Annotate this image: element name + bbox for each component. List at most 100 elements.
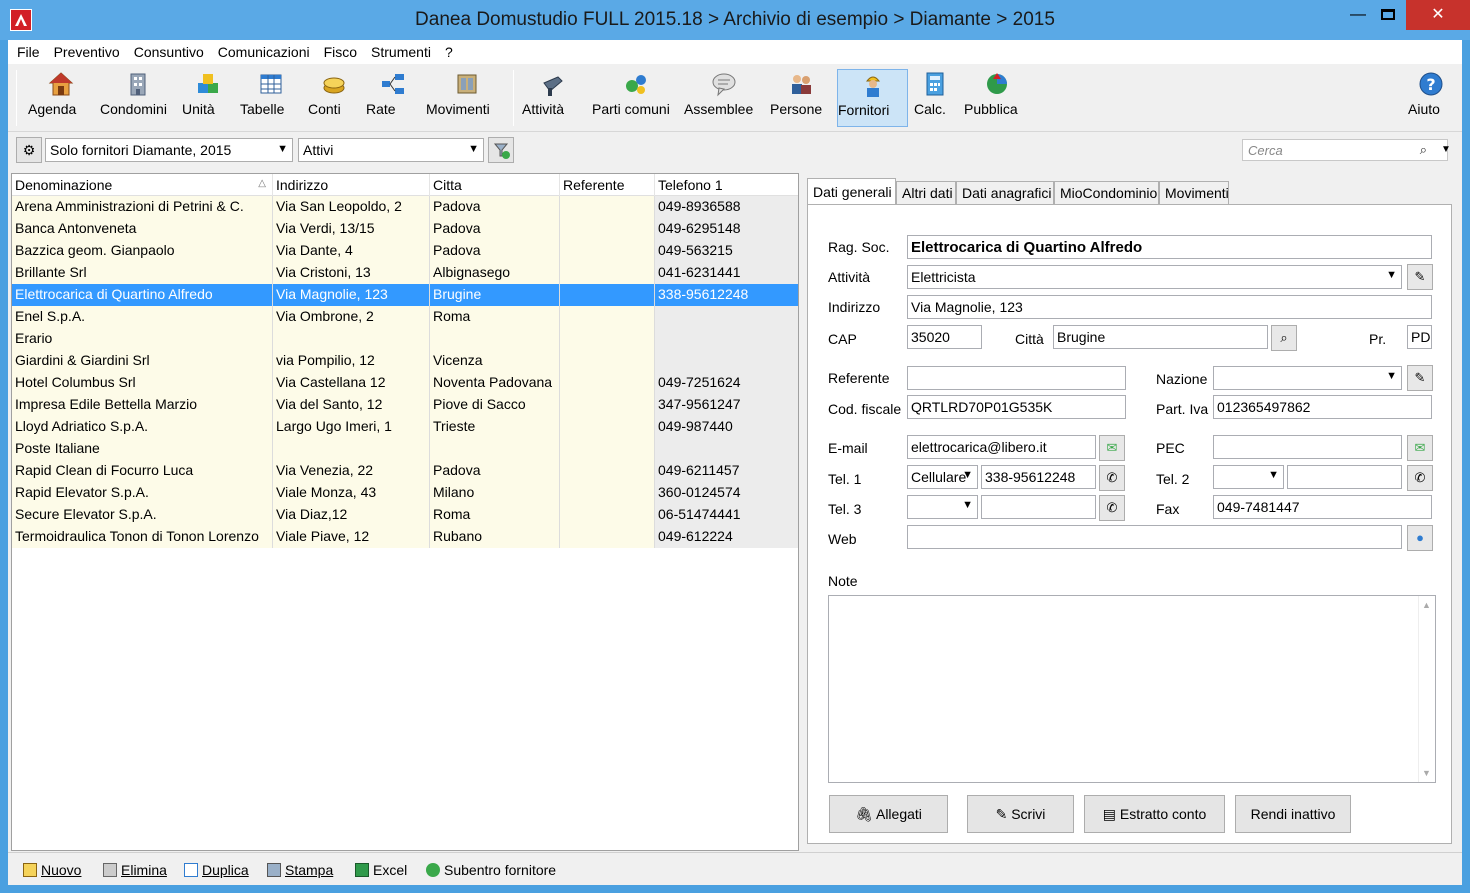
- table-row[interactable]: Giardini & Giardini Srl via Pompilio, 12 V…: [12, 350, 798, 372]
- table-row[interactable]: Secure Elevator S.p.A. Via Diaz,12 Roma 06-…: [12, 504, 798, 526]
- cell-citta[interactable]: Milano: [430, 482, 560, 504]
- toolbar-persone-button[interactable]: Persone: [770, 69, 832, 127]
- cell-telefono[interactable]: 049-563215: [655, 240, 798, 262]
- cell-indirizzo[interactable]: Viale Monza, 43: [273, 482, 430, 504]
- cell-indirizzo[interactable]: Via Magnolie, 123: [273, 284, 430, 306]
- column-header-indirizzo[interactable]: Indirizzo: [273, 174, 430, 196]
- province-field[interactable]: PD: [1407, 325, 1432, 349]
- cell-referente[interactable]: [560, 372, 655, 394]
- cell-citta[interactable]: Vicenza: [430, 350, 560, 372]
- cell-citta[interactable]: Trieste: [430, 416, 560, 438]
- cell-citta[interactable]: [430, 328, 560, 350]
- toolbar-conti-button[interactable]: Conti: [308, 69, 360, 127]
- menu-fisco[interactable]: Fisco: [324, 44, 357, 60]
- cell-telefono[interactable]: 360-0124574: [655, 482, 798, 504]
- nazione-select[interactable]: ▼: [1213, 366, 1402, 390]
- cell-telefono[interactable]: 338-95612248: [655, 284, 798, 306]
- scroll-up-icon[interactable]: ▲: [1422, 600, 1431, 610]
- cell-referente[interactable]: [560, 460, 655, 482]
- indirizzo-field[interactable]: Via Magnolie, 123: [907, 295, 1432, 319]
- menu-consuntivo[interactable]: Consuntivo: [134, 44, 204, 60]
- toolbar-help-button[interactable]: ? Aiuto: [1408, 69, 1454, 127]
- status-filter-select[interactable]: Attivi ▼: [298, 138, 484, 162]
- cell-telefono[interactable]: 06-51474441: [655, 504, 798, 526]
- cell-denominazione[interactable]: Erario: [12, 328, 273, 350]
- cell-citta[interactable]: Padova: [430, 240, 560, 262]
- cell-referente[interactable]: [560, 218, 655, 240]
- cell-indirizzo[interactable]: Via Castellana 12: [273, 372, 430, 394]
- cell-citta[interactable]: Padova: [430, 460, 560, 482]
- estratto-conto-button[interactable]: ▤ Estratto conto: [1084, 795, 1225, 833]
- edit-nazione-button[interactable]: ✎: [1407, 365, 1433, 391]
- subentro-fornitore-button[interactable]: Subentro fornitore: [426, 862, 556, 878]
- table-row[interactable]: Arena Amministrazioni di Petrini & C. Via…: [12, 196, 798, 218]
- cell-citta[interactable]: Roma: [430, 504, 560, 526]
- table-row[interactable]: Impresa Edile Bettella Marzio Via del San…: [12, 394, 798, 416]
- settings-button[interactable]: ⚙: [16, 137, 42, 163]
- cell-denominazione[interactable]: Arena Amministrazioni di Petrini & C.: [12, 196, 273, 218]
- rag-soc-field[interactable]: Elettrocarica di Quartino Alfredo: [907, 235, 1432, 259]
- close-button[interactable]: ✕: [1406, 0, 1470, 30]
- cell-telefono[interactable]: [655, 350, 798, 372]
- toolbar-parti-comuni-button[interactable]: Parti comuni: [592, 69, 680, 127]
- toolbar-pubblica-button[interactable]: Pubblica: [964, 69, 1030, 127]
- tel2-type-select[interactable]: ▼: [1213, 465, 1284, 489]
- tab-dati-generali[interactable]: Dati generali: [807, 178, 896, 206]
- cell-indirizzo[interactable]: Via Verdi, 13/15: [273, 218, 430, 240]
- table-row[interactable]: Brillante Srl Via Cristoni, 13 Albignasego…: [12, 262, 798, 284]
- menu-file[interactable]: File: [17, 44, 40, 60]
- cell-denominazione[interactable]: Elettrocarica di Quartino Alfredo: [12, 284, 273, 306]
- search-options-arrow[interactable]: ▼: [1441, 144, 1451, 155]
- cell-indirizzo[interactable]: [273, 438, 430, 460]
- menu-preventivo[interactable]: Preventivo: [54, 44, 120, 60]
- referente-field[interactable]: [907, 366, 1126, 390]
- cell-citta[interactable]: Padova: [430, 218, 560, 240]
- tel3-type-select[interactable]: ▼: [907, 495, 978, 519]
- cell-indirizzo[interactable]: Via Venezia, 22: [273, 460, 430, 482]
- cell-indirizzo[interactable]: Via San Leopoldo, 2: [273, 196, 430, 218]
- column-header-citta[interactable]: Citta: [430, 174, 560, 196]
- maximize-button[interactable]: [1368, 0, 1408, 30]
- email-field[interactable]: elettrocarica@libero.it: [907, 435, 1096, 459]
- note-scrollbar[interactable]: ▲ ▼: [1418, 596, 1435, 782]
- cell-referente[interactable]: [560, 196, 655, 218]
- toolbar-rate-button[interactable]: Rate: [366, 69, 420, 127]
- cell-telefono[interactable]: 049-8936588: [655, 196, 798, 218]
- search-input[interactable]: Cerca ⌕: [1242, 139, 1448, 161]
- call-tel2-button[interactable]: ✆: [1407, 465, 1433, 491]
- cell-citta[interactable]: Padova: [430, 196, 560, 218]
- nuovo-button[interactable]: Nuovo: [23, 862, 81, 878]
- toolbar-unita-button[interactable]: Unità: [182, 69, 234, 127]
- cell-denominazione[interactable]: Bazzica geom. Gianpaolo: [12, 240, 273, 262]
- cell-denominazione[interactable]: Rapid Elevator S.p.A.: [12, 482, 273, 504]
- menu-strumenti[interactable]: Strumenti: [371, 44, 431, 60]
- cell-referente[interactable]: [560, 526, 655, 548]
- table-row[interactable]: Lloyd Adriatico S.p.A. Largo Ugo Imeri, 1…: [12, 416, 798, 438]
- cell-denominazione[interactable]: Giardini & Giardini Srl: [12, 350, 273, 372]
- cell-referente[interactable]: [560, 504, 655, 526]
- tel1-type-select[interactable]: Cellulare ▼: [907, 465, 978, 489]
- cell-indirizzo[interactable]: Via Dante, 4: [273, 240, 430, 262]
- cell-denominazione[interactable]: Poste Italiane: [12, 438, 273, 460]
- rendi-inattivo-button[interactable]: Rendi inattivo: [1235, 795, 1351, 833]
- cell-telefono[interactable]: [655, 328, 798, 350]
- table-row[interactable]: Bazzica geom. Gianpaolo Via Dante, 4 Padov…: [12, 240, 798, 262]
- cell-citta[interactable]: [430, 438, 560, 460]
- cell-indirizzo[interactable]: Largo Ugo Imeri, 1: [273, 416, 430, 438]
- table-row[interactable]: Rapid Clean di Focurro Luca Via Venezia, …: [12, 460, 798, 482]
- note-textarea[interactable]: ▲ ▼: [828, 595, 1436, 783]
- attivita-select[interactable]: Elettricista ▼: [907, 265, 1402, 289]
- cell-citta[interactable]: Rubano: [430, 526, 560, 548]
- menu-comunicazioni[interactable]: Comunicazioni: [218, 44, 310, 60]
- toolbar-condomini-button[interactable]: Condomini: [100, 69, 176, 127]
- cell-denominazione[interactable]: Lloyd Adriatico S.p.A.: [12, 416, 273, 438]
- cell-citta[interactable]: Noventa Padovana: [430, 372, 560, 394]
- cell-indirizzo[interactable]: Via Ombrone, 2: [273, 306, 430, 328]
- tab-dati-anagrafici[interactable]: Dati anagrafici: [956, 181, 1054, 205]
- cell-indirizzo[interactable]: Via Cristoni, 13: [273, 262, 430, 284]
- toolbar-movimenti-button[interactable]: Movimenti: [426, 69, 508, 127]
- cell-telefono[interactable]: 049-7251624: [655, 372, 798, 394]
- tab-miocondominio[interactable]: MioCondominio: [1054, 181, 1159, 205]
- cell-telefono[interactable]: 049-612224: [655, 526, 798, 548]
- cell-referente[interactable]: [560, 438, 655, 460]
